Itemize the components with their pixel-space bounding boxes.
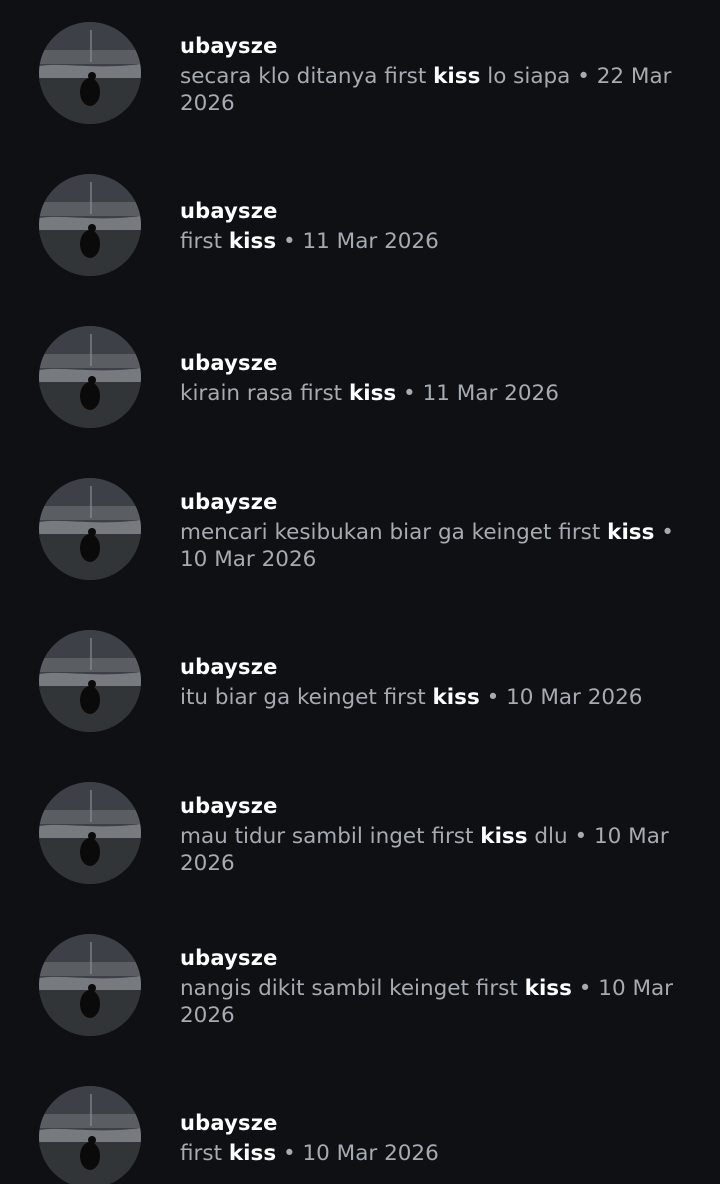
avatar-beach-image [39,630,141,732]
highlighted-keyword: kiss [348,381,397,406]
snippet-text: mau tidur sambil inget first [180,824,481,849]
username: ubaysze [180,199,278,223]
avatar-beach-image [39,934,141,1036]
highlighted-keyword: kiss [433,64,481,89]
result-text: ubaysze mencari kesibukan biar ga keinge… [180,488,690,573]
message-date: 10 Mar 2026 [506,685,643,710]
highlighted-keyword: kiss [480,824,528,849]
snippet-text: itu biar ga keinget first [180,685,433,710]
separator-dot: • [567,824,594,849]
search-result-item[interactable]: ubaysze itu biar ga keinget first kiss •… [0,608,720,760]
username: ubaysze [180,655,278,679]
message-snippet: mau tidur sambil inget first kiss dlu • … [180,823,690,877]
avatar-beach-image [39,1086,141,1184]
search-result-item[interactable]: ubaysze first kiss • 11 Mar 2026 [0,152,720,304]
username: ubaysze [180,946,278,970]
search-result-item[interactable]: ubaysze secara klo ditanya first kiss lo… [0,0,720,152]
message-snippet: mencari kesibukan biar ga keinget first … [180,519,690,573]
message-snippet: first kiss • 10 Mar 2026 [180,1140,690,1167]
search-result-item[interactable]: ubaysze mencari kesibukan biar ga keinge… [0,456,720,608]
snippet-text: first [180,1141,229,1166]
separator-dot: • [276,1141,303,1166]
snippet-text: nangis dikit sambil keinget first [180,976,525,1001]
snippet-text-after: lo siapa [480,64,571,89]
search-result-item[interactable]: ubaysze first kiss • 10 Mar 2026 [0,1064,720,1184]
avatar-beach-image [39,174,141,276]
highlighted-keyword: kiss [228,229,277,254]
separator-dot: • [570,64,597,89]
separator-dot: • [654,520,674,545]
avatar-beach-image [39,478,141,580]
snippet-text: first [180,229,229,254]
avatar-beach-image [39,782,141,884]
avatar[interactable] [39,326,141,428]
separator-dot: • [276,229,303,254]
avatar-beach-image [39,22,141,124]
message-date: 11 Mar 2026 [422,381,559,406]
highlighted-keyword: kiss [432,685,480,710]
search-result-item[interactable]: ubaysze nangis dikit sambil keinget firs… [0,912,720,1064]
avatar[interactable] [39,174,141,276]
separator-dot: • [571,976,599,1001]
avatar[interactable] [39,1086,141,1184]
result-text: ubaysze first kiss • 11 Mar 2026 [180,197,690,255]
username: ubaysze [180,34,278,58]
message-date: 10 Mar 2026 [302,1141,439,1166]
message-snippet: first kiss • 11 Mar 2026 [180,228,690,255]
result-text: ubaysze nangis dikit sambil keinget firs… [180,944,690,1029]
username: ubaysze [180,351,278,375]
snippet-text: secara klo ditanya first [180,64,434,89]
avatar[interactable] [39,782,141,884]
message-date: 10 Mar 2026 [180,547,317,572]
result-text: ubaysze secara klo ditanya first kiss lo… [180,32,690,117]
username: ubaysze [180,794,278,818]
separator-dot: • [479,685,507,710]
highlighted-keyword: kiss [524,976,572,1001]
snippet-text-after: dlu [527,824,568,849]
snippet-text: kirain rasa first [180,381,349,406]
result-text: ubaysze mau tidur sambil inget first kis… [180,792,690,877]
username: ubaysze [180,490,278,514]
message-snippet: secara klo ditanya first kiss lo siapa •… [180,63,690,117]
result-text: ubaysze first kiss • 10 Mar 2026 [180,1109,690,1167]
separator-dot: • [396,381,423,406]
highlighted-keyword: kiss [607,520,655,545]
avatar[interactable] [39,630,141,732]
avatar[interactable] [39,934,141,1036]
avatar[interactable] [39,478,141,580]
message-snippet: kirain rasa first kiss • 11 Mar 2026 [180,380,690,407]
search-results-list: ubaysze secara klo ditanya first kiss lo… [0,0,720,1184]
avatar-beach-image [39,326,141,428]
message-snippet: itu biar ga keinget first kiss • 10 Mar … [180,684,690,711]
search-result-item[interactable]: ubaysze kirain rasa first kiss • 11 Mar … [0,304,720,456]
avatar[interactable] [39,22,141,124]
username: ubaysze [180,1111,278,1135]
message-date: 11 Mar 2026 [302,229,439,254]
result-text: ubaysze kirain rasa first kiss • 11 Mar … [180,349,690,407]
message-snippet: nangis dikit sambil keinget first kiss •… [180,975,690,1029]
search-result-item[interactable]: ubaysze mau tidur sambil inget first kis… [0,760,720,912]
result-text: ubaysze itu biar ga keinget first kiss •… [180,653,690,711]
highlighted-keyword: kiss [228,1141,277,1166]
snippet-text: mencari kesibukan biar ga keinget first [180,520,608,545]
